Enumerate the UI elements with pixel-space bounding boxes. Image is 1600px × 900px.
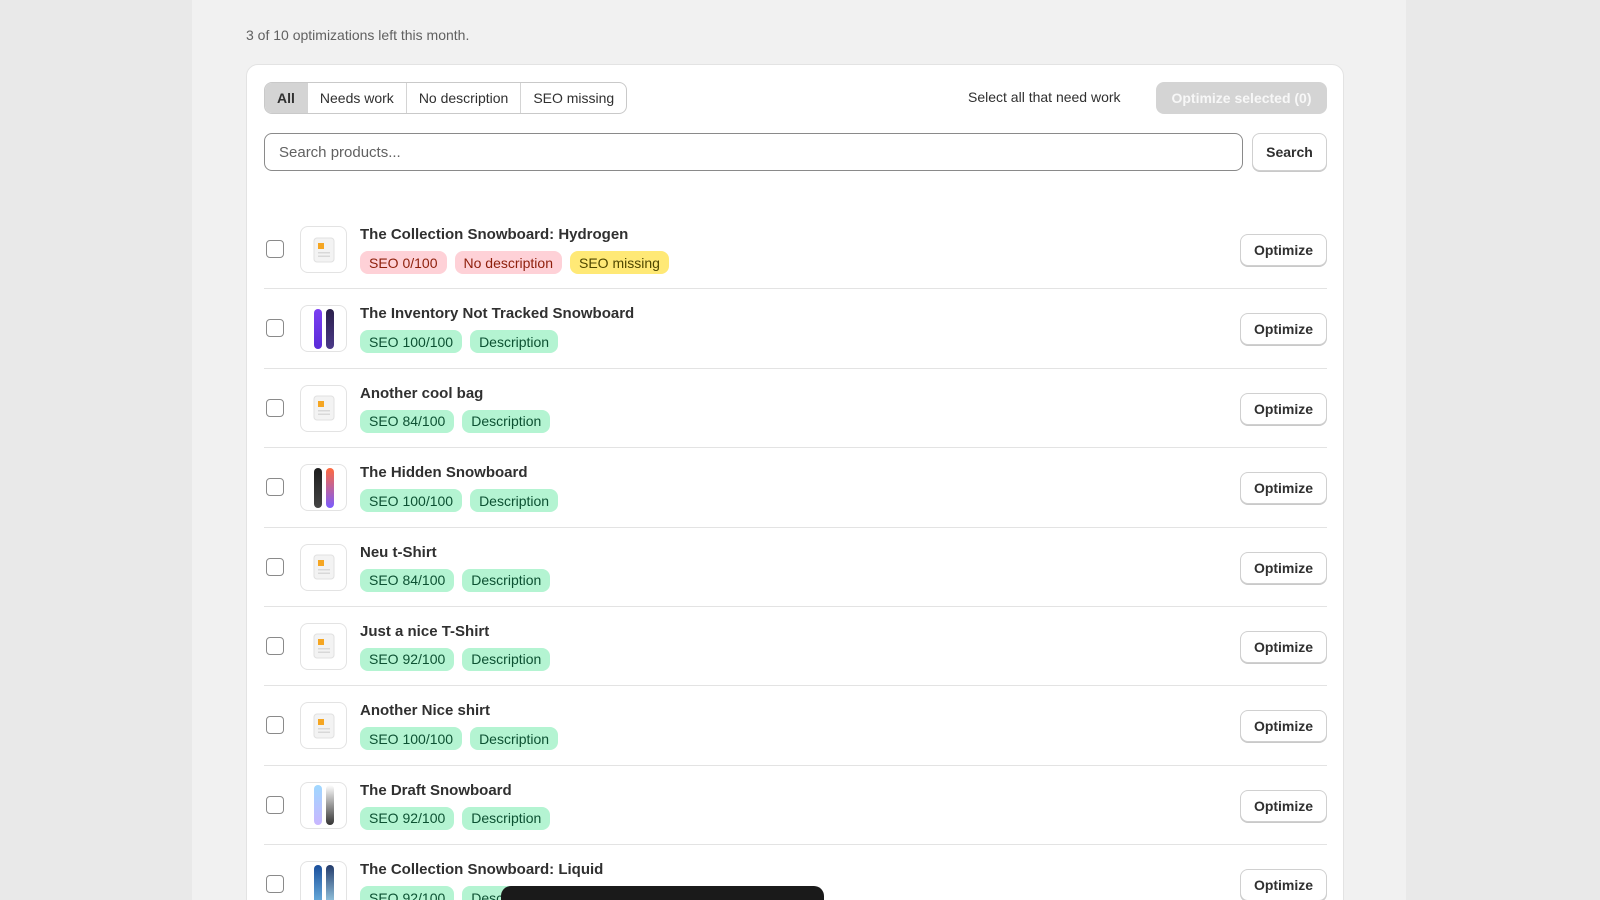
product-title: The Collection Snowboard: Hydrogen [360,226,629,243]
filter-tab-all[interactable]: All [265,83,308,113]
product-thumbnail [300,464,347,512]
search-button[interactable]: Search [1252,133,1327,171]
status-badge: Description [470,727,559,751]
status-badge: SEO 100/100 [360,330,463,354]
product-select-checkbox[interactable] [266,875,284,894]
product-badges: SEO 100/100 Description [360,489,559,513]
optimize-button[interactable]: Optimize [1240,710,1327,743]
product-badges: SEO 84/100 Description [360,409,551,433]
product-title: Another cool bag [360,384,484,402]
product-select-checkbox[interactable] [266,319,284,338]
product-title: Another Nice shirt [360,702,491,720]
status-badge: SEO 84/100 [360,568,455,592]
product-title: Just a nice T-Shirt [360,622,490,640]
status-badge: SEO 100/100 [360,489,463,513]
optimize-button[interactable]: Optimize [1240,392,1327,425]
product-select-checkbox[interactable] [266,398,284,417]
optimize-button[interactable]: Optimize [1240,789,1327,822]
product-row: Another cool bag SEO 84/100 Description Opt… [264,369,1327,449]
status-badge: SEO 92/100 [360,886,455,900]
toast-bar [501,886,824,900]
product-thumbnail [300,861,347,900]
filter-tab-seo-missing[interactable]: SEO missing [521,83,626,113]
product-placeholder-icon [300,702,347,750]
status-badge: SEO 0/100 [360,251,447,274]
status-badge: No description [454,251,562,274]
select-all-need-work-button[interactable]: Select all that need work [968,89,1121,105]
product-row: The Inventory Not Tracked Snowboard SEO 1… [264,289,1327,369]
status-badge: SEO 100/100 [360,727,463,751]
product-row: Another Nice shirt SEO 100/100 Description… [264,686,1327,766]
product-title: The Draft Snowboard [360,781,512,799]
optimize-button[interactable]: Optimize [1240,869,1327,900]
filter-tab-no-description[interactable]: No description [407,83,522,113]
status-badge: Description [462,647,551,671]
optimize-selected-button[interactable]: Optimize selected (0) [1156,82,1327,114]
filter-tab-needs-work[interactable]: Needs work [308,83,407,113]
optimize-button[interactable]: Optimize [1240,630,1327,663]
product-row: The Collection Snowboard: Hydrogen SEO 0/… [264,210,1327,290]
usage-note: 3 of 10 optimizations left this month. [246,27,470,43]
product-select-checkbox[interactable] [266,557,284,576]
status-badge: Description [470,489,559,513]
optimize-button[interactable]: Optimize [1240,313,1327,346]
product-select-checkbox[interactable] [266,240,284,258]
product-row: Just a nice T-Shirt SEO 92/100 Description… [264,607,1327,687]
products-card: All Needs work No description SEO missin… [246,64,1344,900]
product-badges: SEO 92/100 Description [360,647,551,671]
product-thumbnail [300,781,347,829]
product-select-checkbox[interactable] [266,716,284,735]
product-row: The Hidden Snowboard SEO 100/100 Descripti… [264,448,1327,528]
product-badges: SEO 0/100 No description SEO missing [360,251,669,274]
product-badges: SEO 92/100 Description [360,806,551,830]
status-badge: Description [462,806,551,830]
status-badge: SEO 92/100 [360,806,455,830]
status-badge: Description [462,568,551,592]
product-thumbnail [300,305,347,353]
product-placeholder-icon [300,226,347,273]
filter-tabs: All Needs work No description SEO missin… [264,82,628,114]
status-badge: SEO missing [570,251,669,274]
status-badge: SEO 92/100 [360,647,455,671]
product-row: Neu t-Shirt SEO 84/100 Description Optimize [264,528,1327,607]
status-badge: SEO 84/100 [360,409,455,433]
status-badge: Description [462,409,551,433]
product-select-checkbox[interactable] [266,478,284,497]
product-title: The Inventory Not Tracked Snowboard [360,305,635,323]
product-title: The Hidden Snowboard [360,464,528,482]
optimize-button[interactable]: Optimize [1240,551,1327,584]
product-badges: SEO 100/100 Description [360,727,559,751]
product-list: The Collection Snowboard: Hydrogen SEO 0/… [264,226,1327,900]
product-badges: SEO 100/100 Description [360,330,559,354]
status-badge: Description [470,330,559,354]
optimize-button[interactable]: Optimize [1240,472,1327,505]
search-input[interactable] [264,133,1243,171]
product-title: Neu t-Shirt [360,543,437,561]
product-badges: SEO 84/100 Description [360,568,551,592]
product-placeholder-icon [300,384,347,432]
optimize-button[interactable]: Optimize [1240,234,1327,266]
product-placeholder-icon [300,543,347,591]
product-title: The Collection Snowboard: Liquid [360,861,604,879]
product-select-checkbox[interactable] [266,795,284,814]
product-row: The Draft Snowboard SEO 92/100 Description… [264,766,1327,846]
product-placeholder-icon [300,622,347,670]
product-select-checkbox[interactable] [266,636,284,655]
